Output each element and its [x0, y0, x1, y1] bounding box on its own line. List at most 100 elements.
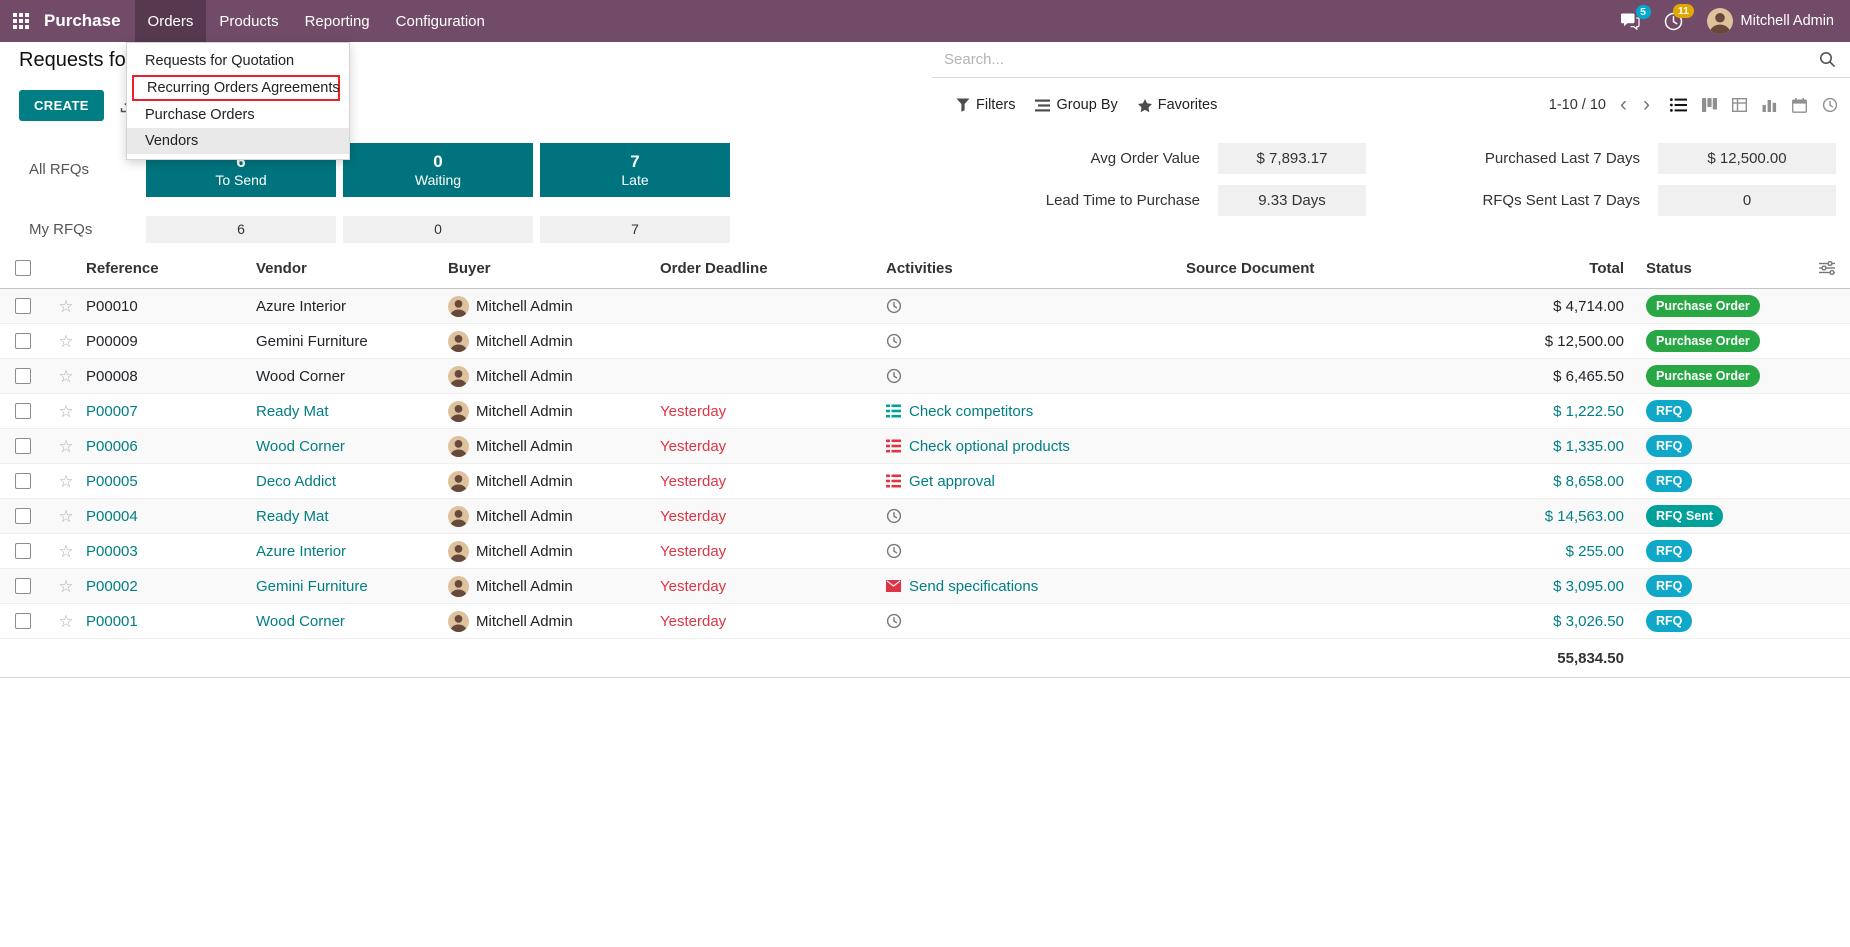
table-row[interactable]: ☆P00008Wood CornerMitchell Admin$ 6,465.… [0, 359, 1850, 394]
column-header-reference[interactable]: Reference [86, 260, 256, 277]
table-row[interactable]: ☆P00010Azure InteriorMitchell Admin$ 4,7… [0, 289, 1850, 324]
group-by-button[interactable]: Group By [1035, 97, 1117, 113]
row-checkbox[interactable] [15, 543, 31, 559]
create-button[interactable]: CREATE [19, 90, 104, 121]
column-header-total[interactable]: Total [1454, 260, 1634, 277]
column-header-activities[interactable]: Activities [886, 260, 1186, 277]
kpi-mini-waiting[interactable]: 0 [343, 216, 533, 243]
graph-view-icon[interactable] [1762, 98, 1777, 112]
select-all-checkbox[interactable] [15, 260, 31, 276]
favorite-star-icon[interactable]: ☆ [58, 508, 73, 525]
activity-view-icon[interactable] [1822, 97, 1838, 113]
row-checkbox[interactable] [15, 578, 31, 594]
favorite-star-icon[interactable]: ☆ [58, 578, 73, 595]
kpi-value: 7 [540, 151, 730, 172]
dropdown-item-requests-for-quotation[interactable]: Requests for Quotation [127, 48, 349, 74]
kpi-mini-to-send[interactable]: 6 [146, 216, 336, 243]
row-vendor: Ready Mat [256, 508, 448, 525]
favorite-star-icon[interactable]: ☆ [58, 368, 73, 385]
row-reference: P00005 [86, 473, 256, 490]
row-vendor: Ready Mat [256, 403, 448, 420]
table-row[interactable]: ☆P00006Wood CornerMitchell AdminYesterda… [0, 429, 1850, 464]
stat-value[interactable]: 9.33 Days [1218, 185, 1366, 216]
adjust-columns-icon[interactable] [1819, 261, 1835, 275]
table-row[interactable]: ☆P00003Azure InteriorMitchell AdminYeste… [0, 534, 1850, 569]
pager-next-icon[interactable]: › [1641, 98, 1652, 112]
table-row[interactable]: ☆P00009Gemini FurnitureMitchell Admin$ 1… [0, 324, 1850, 359]
schedule-activity-clock-icon[interactable] [886, 543, 902, 559]
kanban-view-icon[interactable] [1702, 98, 1717, 112]
grand-total: 55,834.50 [1454, 650, 1634, 667]
schedule-activity-clock-icon[interactable] [886, 508, 902, 524]
kpi-card-waiting[interactable]: 0Waiting [343, 143, 533, 197]
dropdown-item-purchase-orders[interactable]: Purchase Orders [127, 102, 349, 128]
favorite-star-icon[interactable]: ☆ [58, 403, 73, 420]
row-deadline: Yesterday [660, 613, 886, 630]
activity-link[interactable]: Send specifications [909, 578, 1038, 595]
list-view-icon[interactable] [1670, 98, 1687, 112]
dropdown-item-recurring-orders-agreements[interactable]: Recurring Orders Agreements [132, 75, 340, 101]
schedule-activity-clock-icon[interactable] [886, 368, 902, 384]
row-checkbox[interactable] [15, 473, 31, 489]
table-row[interactable]: ☆P00005Deco AddictMitchell AdminYesterda… [0, 464, 1850, 499]
activity-link[interactable]: Check competitors [909, 403, 1033, 420]
table-row[interactable]: ☆P00004Ready MatMitchell AdminYesterday$… [0, 499, 1850, 534]
favorites-button[interactable]: Favorites [1138, 97, 1218, 113]
row-reference: P00010 [86, 298, 256, 315]
row-checkbox[interactable] [15, 403, 31, 419]
user-menu[interactable]: Mitchell Admin [1707, 8, 1834, 34]
column-header-deadline[interactable]: Order Deadline [660, 260, 886, 277]
row-reference: P00006 [86, 438, 256, 455]
column-header-vendor[interactable]: Vendor [256, 260, 448, 277]
stat-value[interactable]: 0 [1658, 185, 1836, 216]
search-input[interactable] [942, 50, 1819, 69]
nav-menu-configuration[interactable]: Configuration [383, 0, 498, 42]
column-header-source[interactable]: Source Document [1186, 260, 1454, 277]
search-icon[interactable] [1819, 51, 1836, 68]
row-checkbox[interactable] [15, 508, 31, 524]
favorite-star-icon[interactable]: ☆ [58, 473, 73, 490]
activity-link[interactable]: Check optional products [909, 438, 1070, 455]
kpi-card-late[interactable]: 7Late [540, 143, 730, 197]
stat-value[interactable]: $ 7,893.17 [1218, 143, 1366, 174]
nav-menu-reporting[interactable]: Reporting [292, 0, 383, 42]
activity-link[interactable]: Get approval [909, 473, 995, 490]
apps-menu-button[interactable] [0, 0, 42, 42]
favorite-star-icon[interactable]: ☆ [58, 298, 73, 315]
pivot-view-icon[interactable] [1732, 98, 1747, 112]
row-checkbox[interactable] [15, 333, 31, 349]
kpi-mini-late[interactable]: 7 [540, 216, 730, 243]
dropdown-item-vendors[interactable]: Vendors [127, 128, 349, 154]
activities-button[interactable]: 11 [1664, 12, 1683, 31]
column-header-status[interactable]: Status [1634, 260, 1804, 277]
schedule-activity-clock-icon[interactable] [886, 333, 902, 349]
favorite-star-icon[interactable]: ☆ [58, 543, 73, 560]
row-checkbox[interactable] [15, 613, 31, 629]
row-checkbox[interactable] [15, 438, 31, 454]
stat-value[interactable]: $ 12,500.00 [1658, 143, 1836, 174]
status-badge: Purchase Order [1646, 365, 1760, 387]
favorite-star-icon[interactable]: ☆ [58, 613, 73, 630]
favorite-star-icon[interactable]: ☆ [58, 333, 73, 350]
calendar-view-icon[interactable] [1792, 98, 1807, 113]
nav-menu-orders[interactable]: Orders [135, 0, 207, 42]
table-row[interactable]: ☆P00002Gemini FurnitureMitchell AdminYes… [0, 569, 1850, 604]
row-buyer: Mitchell Admin [476, 298, 573, 315]
pager-previous-icon[interactable]: ‹ [1618, 98, 1629, 112]
filters-button[interactable]: Filters [956, 97, 1015, 113]
favorite-star-icon[interactable]: ☆ [58, 438, 73, 455]
schedule-activity-clock-icon[interactable] [886, 613, 902, 629]
stat-avg-order-value: Avg Order Value$ 7,893.17 [972, 143, 1366, 174]
row-buyer: Mitchell Admin [476, 613, 573, 630]
pager-text[interactable]: 1-10 / 10 [1549, 97, 1606, 113]
row-vendor: Wood Corner [256, 613, 448, 630]
table-row[interactable]: ☆P00007Ready MatMitchell AdminYesterdayC… [0, 394, 1850, 429]
column-header-buyer[interactable]: Buyer [448, 260, 660, 277]
row-checkbox[interactable] [15, 298, 31, 314]
row-checkbox[interactable] [15, 368, 31, 384]
messages-button[interactable]: 5 [1620, 13, 1640, 30]
schedule-activity-clock-icon[interactable] [886, 298, 902, 314]
app-name[interactable]: Purchase [44, 11, 121, 31]
nav-menu-products[interactable]: Products [206, 0, 291, 42]
table-row[interactable]: ☆P00001Wood CornerMitchell AdminYesterda… [0, 604, 1850, 639]
